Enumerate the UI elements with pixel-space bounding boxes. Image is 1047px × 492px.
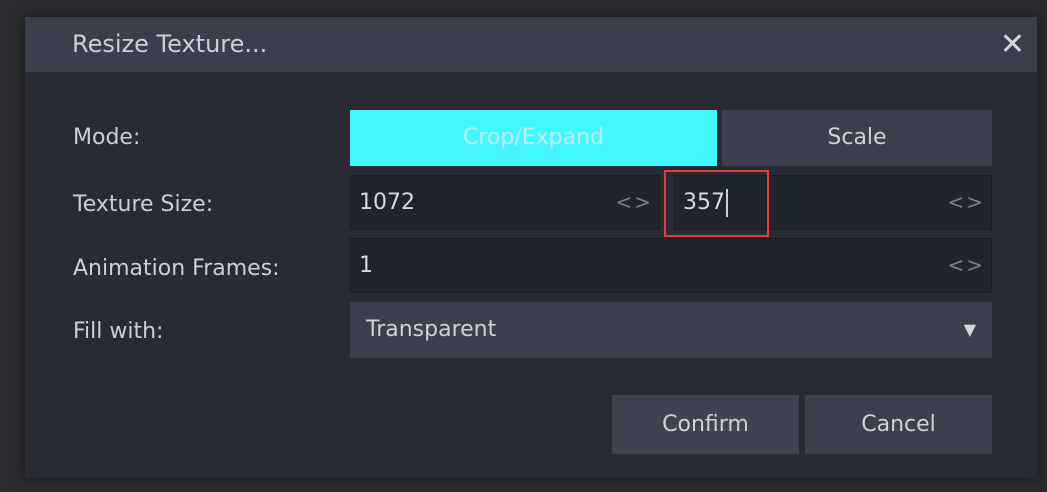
animation-frames-input[interactable]: 1 <> xyxy=(350,238,992,293)
animation-frames-label: Animation Frames: xyxy=(73,256,280,281)
text-caret xyxy=(726,189,728,217)
chevron-down-icon: ▼ xyxy=(963,320,976,339)
texture-size-label: Texture Size: xyxy=(73,192,214,217)
texture-width-value: 1072 xyxy=(359,190,415,215)
confirm-button[interactable]: Confirm xyxy=(612,395,799,454)
fill-with-value: Transparent xyxy=(366,317,497,342)
mode-crop-expand-button[interactable]: Crop/Expand xyxy=(350,110,717,166)
mode-scale-button[interactable]: Scale xyxy=(722,110,992,166)
texture-height-input[interactable]: 357 <> xyxy=(674,175,992,230)
dialog-title: Resize Texture... xyxy=(72,30,268,58)
texture-width-input[interactable]: 1072 <> xyxy=(350,175,660,230)
spinner-arrows-icon[interactable]: <> xyxy=(947,176,985,229)
mode-label: Mode: xyxy=(73,125,141,150)
close-icon[interactable]: ✕ xyxy=(1000,27,1025,62)
animation-frames-value: 1 xyxy=(359,253,373,278)
dialog-title-bar: Resize Texture... ✕ xyxy=(25,17,1037,72)
texture-height-value: 357 xyxy=(683,190,725,215)
resize-texture-dialog: Resize Texture... ✕ Mode: Crop/Expand Sc… xyxy=(25,17,1037,478)
spinner-arrows-icon[interactable]: <> xyxy=(947,239,985,292)
fill-with-label: Fill with: xyxy=(73,319,164,344)
fill-with-dropdown[interactable]: Transparent ▼ xyxy=(350,302,992,358)
cancel-button[interactable]: Cancel xyxy=(805,395,992,454)
spinner-arrows-icon[interactable]: <> xyxy=(615,176,653,229)
